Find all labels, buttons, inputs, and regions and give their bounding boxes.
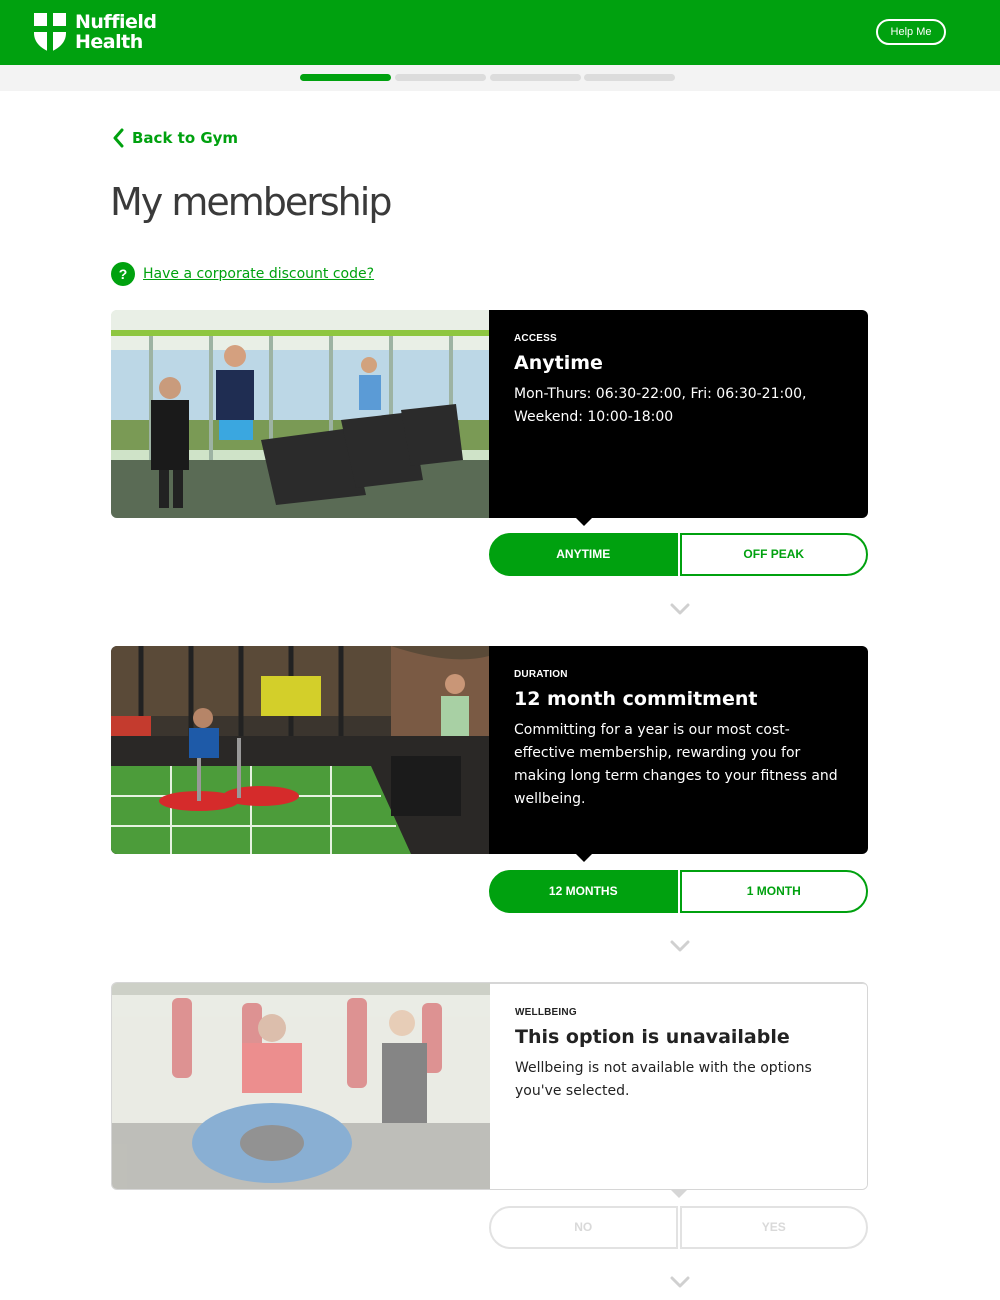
corporate-discount-link[interactable]: Have a corporate discount code? [143, 266, 374, 282]
back-to-gym-link[interactable]: Back to Gym [112, 128, 238, 148]
brand-name: Nuffield Health [75, 11, 157, 53]
gym-treadmill-photo [111, 310, 489, 518]
section-eyebrow: DURATION [514, 669, 568, 680]
wellbeing-toggle: NO YES [489, 1206, 868, 1249]
selection-pointer [671, 1190, 687, 1198]
1-month-option-button[interactable]: 1 MONTH [679, 870, 868, 913]
progress-step-1 [300, 74, 391, 81]
section-title: 12 month commitment [514, 688, 758, 710]
section-description: Wellbeing is not available with the opti… [515, 1060, 812, 1099]
anytime-option-button[interactable]: ANYTIME [489, 533, 678, 576]
gym-boxing-photo [112, 983, 490, 1189]
yes-option-button[interactable]: YES [679, 1206, 868, 1249]
brand-line-2: Health [75, 31, 143, 53]
wellbeing-info-panel: WELLBEING This option is unavailable Wel… [490, 983, 867, 1189]
brand-logo[interactable]: Nuffield Health [32, 11, 157, 53]
section-eyebrow: WELLBEING [515, 1007, 577, 1018]
access-info-panel: ACCESS Anytime Mon-Thurs: 06:30-22:00, F… [489, 310, 868, 518]
question-icon: ? [111, 262, 135, 286]
wellbeing-card: WELLBEING This option is unavailable Wel… [111, 982, 868, 1190]
gym-sled-photo [111, 646, 489, 854]
progress-step-4 [584, 74, 675, 81]
selection-pointer [576, 518, 592, 526]
progress-step-3 [490, 74, 581, 81]
section-title: Anytime [514, 352, 603, 374]
progress-step-2 [395, 74, 486, 81]
chevron-left-icon [113, 128, 124, 148]
section-eyebrow: ACCESS [514, 333, 557, 344]
off-peak-option-button[interactable]: OFF PEAK [679, 533, 868, 576]
help-me-button[interactable]: Help Me [876, 19, 946, 45]
access-card: ACCESS Anytime Mon-Thurs: 06:30-22:00, F… [111, 310, 868, 518]
section-description: Committing for a year is our most cost-e… [514, 722, 838, 807]
selection-pointer [576, 854, 592, 862]
site-header: Nuffield Health Help Me [0, 0, 1000, 65]
duration-toggle: 12 MONTHS 1 MONTH [489, 870, 868, 913]
progress-bar [0, 65, 1000, 91]
shield-cross-icon [34, 13, 66, 52]
page-title: My membership [110, 180, 392, 224]
duration-card: DURATION 12 month commitment Committing … [111, 646, 868, 854]
chevron-down-icon [670, 940, 690, 952]
duration-info-panel: DURATION 12 month commitment Committing … [489, 646, 868, 854]
corporate-discount: ? Have a corporate discount code? [111, 262, 374, 286]
section-title: This option is unavailable [515, 1026, 790, 1048]
chevron-down-icon [670, 1276, 690, 1288]
access-toggle: ANYTIME OFF PEAK [489, 533, 868, 576]
back-link-label: Back to Gym [132, 129, 239, 147]
no-option-button[interactable]: NO [489, 1206, 678, 1249]
chevron-down-icon [670, 603, 690, 615]
12-months-option-button[interactable]: 12 MONTHS [489, 870, 678, 913]
brand-line-1: Nuffield [75, 11, 157, 33]
section-description: Mon-Thurs: 06:30-22:00, Fri: 06:30-21:00… [514, 386, 807, 425]
